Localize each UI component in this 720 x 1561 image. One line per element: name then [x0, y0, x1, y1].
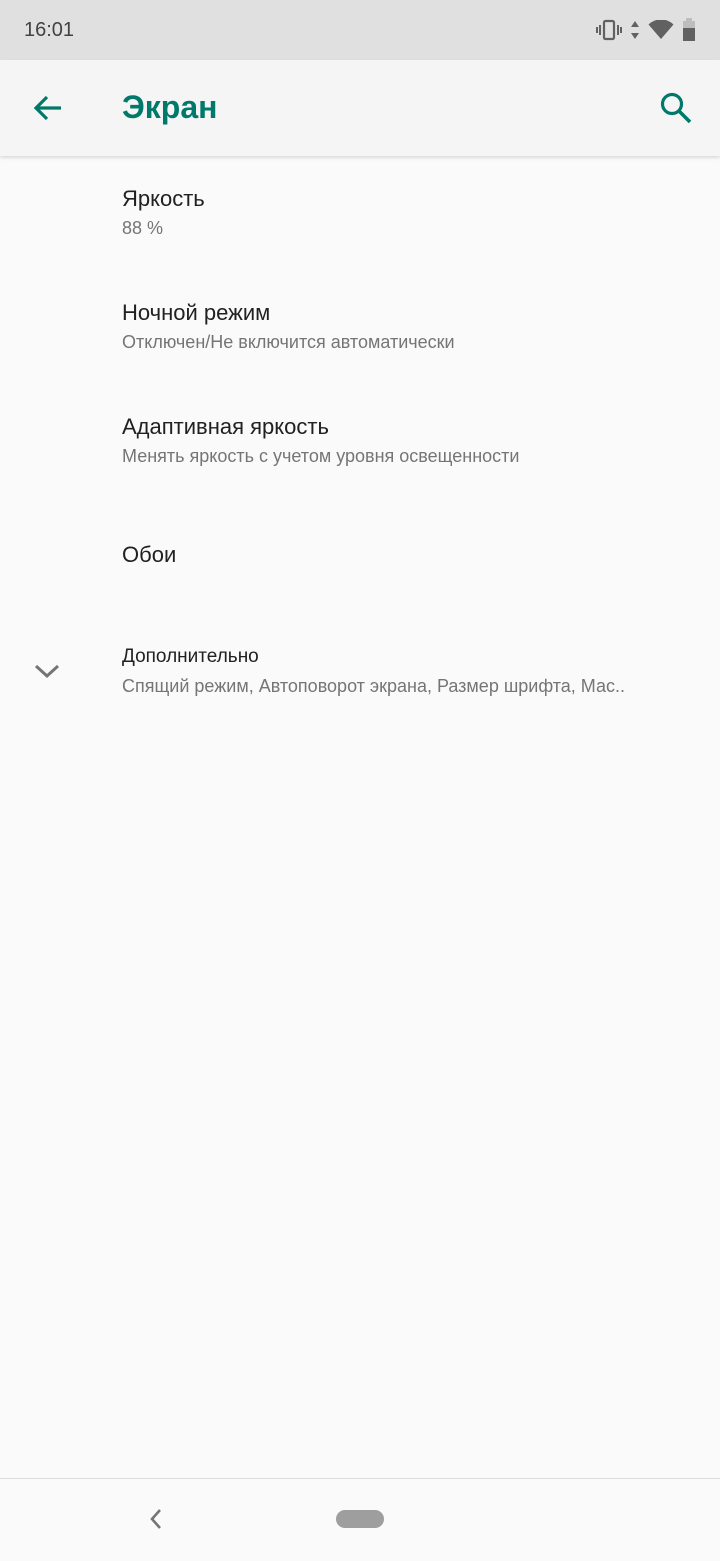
setting-title: Адаптивная яркость: [122, 414, 329, 439]
nav-back-button[interactable]: [138, 1501, 174, 1537]
setting-summary: Менять яркость с учетом уровня освещенно…: [122, 446, 520, 466]
arrow-left-icon: [33, 95, 61, 121]
page-title: Экран: [122, 89, 218, 125]
settings-list: Яркость 88 % Ночной режим Отключен/Не вк…: [0, 156, 720, 730]
setting-summary: 88 %: [122, 218, 164, 238]
battery-icon: [682, 18, 696, 42]
vibrate-icon: [596, 19, 622, 41]
setting-summary: Спящий режим, Автоповорот экрана, Размер…: [122, 676, 626, 696]
setting-title: Ночной режим: [122, 300, 271, 325]
setting-summary: Отключен/Не включится автоматически: [122, 332, 455, 352]
status-bar: 16:01: [0, 0, 720, 60]
setting-wallpaper[interactable]: Обои: [0, 498, 720, 612]
setting-brightness[interactable]: Яркость 88 %: [0, 156, 720, 270]
search-icon: [660, 92, 692, 124]
setting-title: Дополнительно: [122, 646, 259, 667]
setting-title: Яркость: [122, 186, 205, 211]
navigation-bar: [0, 1478, 720, 1561]
status-icons: [596, 18, 696, 42]
search-button[interactable]: [648, 82, 704, 134]
setting-advanced[interactable]: Дополнительно Спящий режим, Автоповорот …: [0, 612, 720, 730]
nav-back-icon: [150, 1509, 161, 1529]
wifi-icon: [648, 20, 674, 40]
setting-night-mode[interactable]: Ночной режим Отключен/Не включится автом…: [0, 270, 720, 384]
status-time: 16:01: [24, 18, 75, 41]
setting-adaptive-brightness[interactable]: Адаптивная яркость Менять яркость с учет…: [0, 384, 720, 498]
back-button[interactable]: [20, 82, 76, 134]
data-arrows-icon: [630, 20, 640, 40]
home-pill-icon[interactable]: [336, 1510, 384, 1528]
chevron-down-icon: [32, 656, 62, 686]
app-bar: Экран: [0, 60, 720, 156]
setting-title: Обои: [122, 542, 177, 567]
